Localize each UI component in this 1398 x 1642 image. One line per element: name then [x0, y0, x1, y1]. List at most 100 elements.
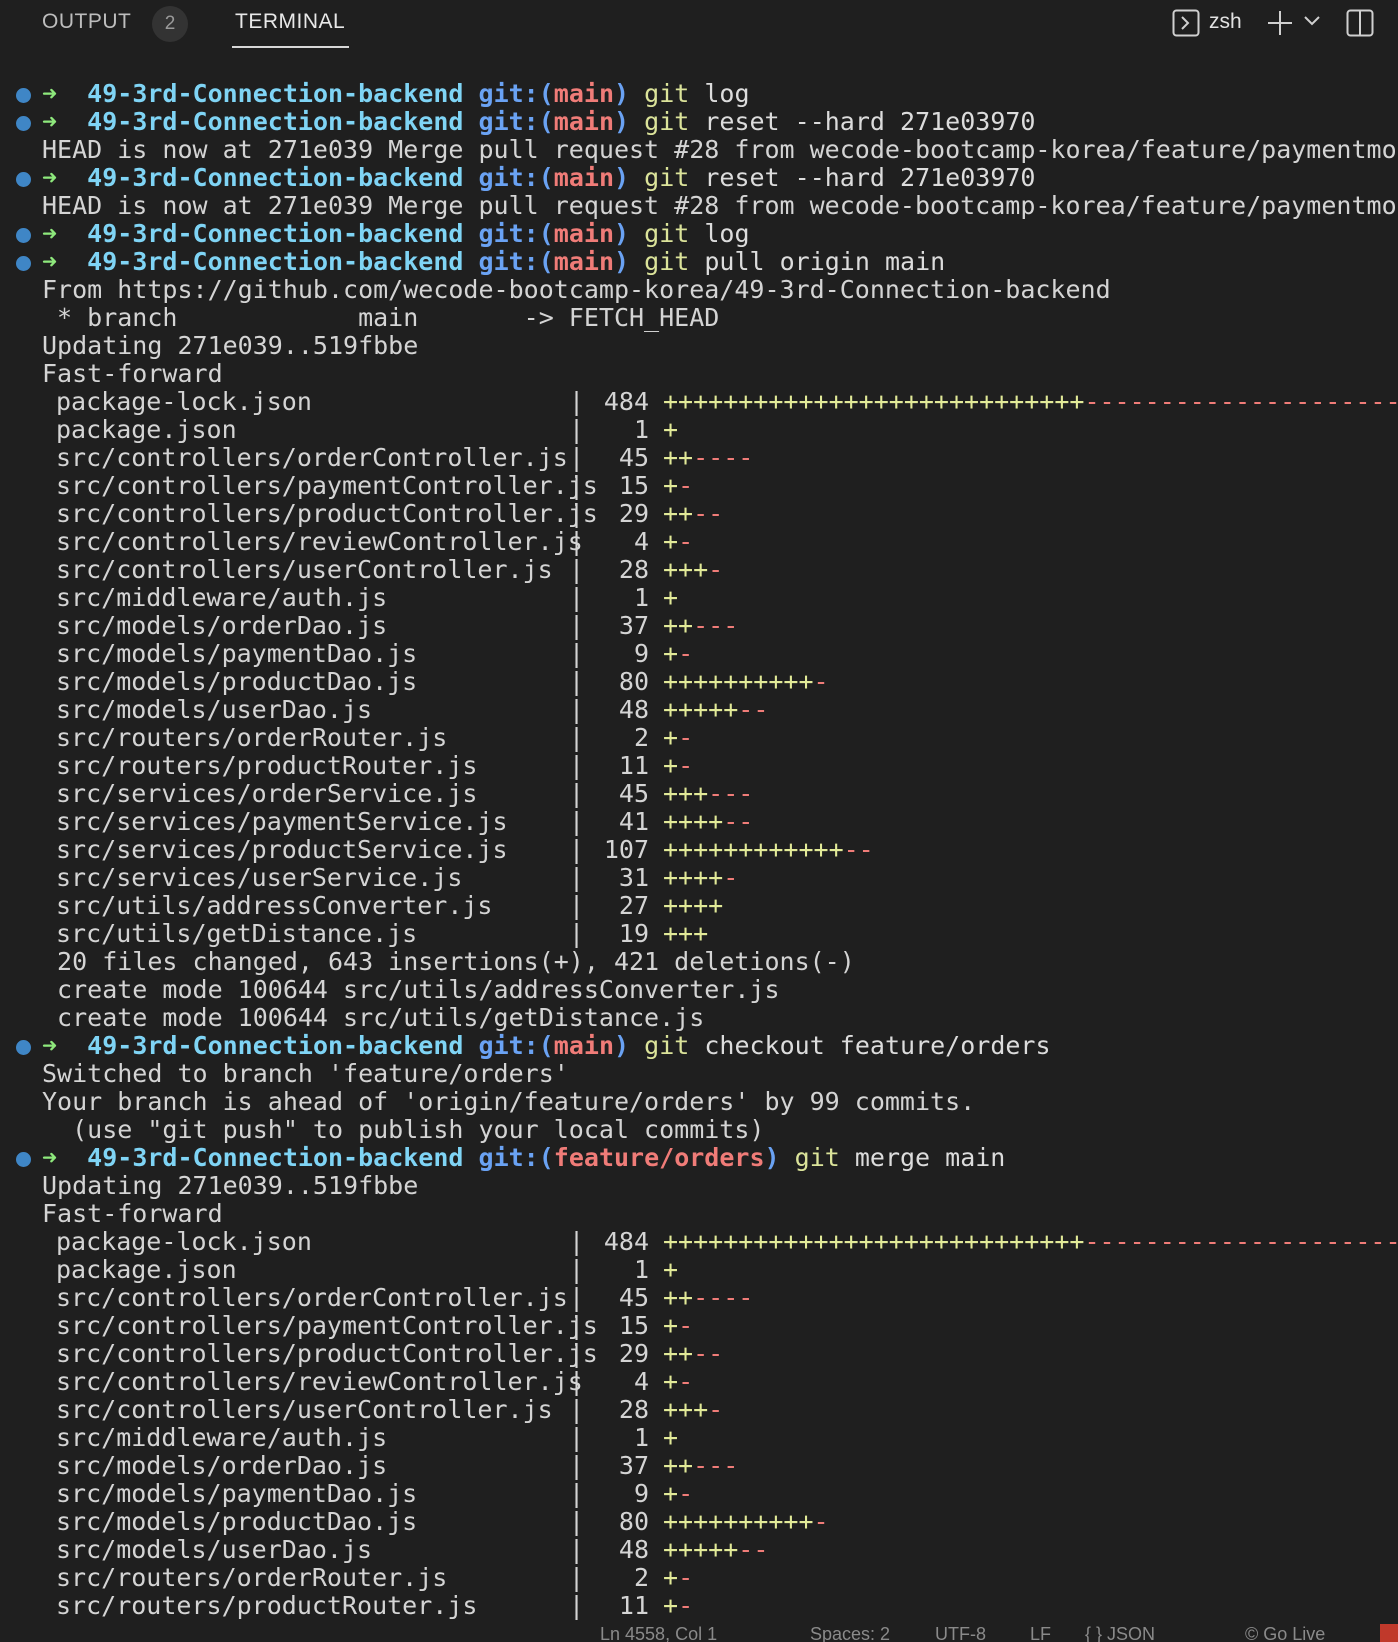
status-go-live[interactable]: © Go Live [1245, 1624, 1325, 1642]
diffstat-separator: | [569, 836, 585, 864]
command-status-dot[interactable] [16, 1152, 31, 1167]
command-args: reset --hard 271e03970 [689, 108, 1036, 136]
diffstat-deletions: - [678, 1564, 694, 1592]
output-text: create mode 100644 src/utils/getDistance… [42, 1004, 705, 1032]
diffstat-insertions: + [663, 1564, 679, 1592]
command-status-dot[interactable] [16, 116, 31, 131]
diffstat-file: src/routers/orderRouter.js [56, 1564, 448, 1592]
command-args: checkout feature/orders [689, 1032, 1051, 1060]
diffstat-row: package-lock.json | 484 +++++++++++++++++++… [0, 388, 1398, 416]
status-cursor-position[interactable]: Ln 4558, Col 1 [600, 1624, 717, 1642]
diffstat-count: 484 [603, 1228, 649, 1256]
prompt-line: ➜ 49-3rd-Connection-backend git:(feature… [0, 1144, 1398, 1172]
diffstat-row: src/models/userDao.js | 48 +++++-- [0, 1536, 1398, 1564]
diffstat-separator: | [569, 1340, 585, 1368]
diffstat-insertions: + [663, 1256, 679, 1284]
diffstat-file: src/services/orderService.js [56, 780, 478, 808]
diffstat-count: 1 [633, 1256, 649, 1284]
status-language[interactable]: { } JSON [1085, 1624, 1155, 1642]
output-line: create mode 100644 src/utils/addressConv… [0, 976, 1398, 1004]
diffstat-row: src/services/orderService.js | 45 +++--- [0, 780, 1398, 808]
diffstat-insertions: ++++++++++++++++++++++++++++ [663, 388, 1085, 416]
diffstat-count: 1 [633, 1424, 649, 1452]
prompt-line: ➜ 49-3rd-Connection-backend git:(main) g… [0, 220, 1398, 248]
terminal-icon[interactable] [1172, 9, 1200, 42]
diffstat-separator: | [569, 1284, 585, 1312]
diffstat-deletions: - [678, 472, 694, 500]
diffstat-file: src/controllers/userController.js [56, 556, 553, 584]
command-status-dot[interactable] [16, 256, 31, 271]
prompt-branch: main [553, 248, 615, 276]
output-line: From https://github.com/wecode-bootcamp-… [0, 276, 1398, 304]
diffstat-count: 15 [618, 1312, 649, 1340]
split-panel-icon[interactable] [1346, 9, 1374, 42]
diffstat-insertions: +++++ [663, 1536, 739, 1564]
diffstat-row: src/services/paymentService.js | 41 ++++-- [0, 808, 1398, 836]
status-indentation[interactable]: Spaces: 2 [810, 1624, 890, 1642]
diffstat-deletions: - [678, 1480, 694, 1508]
prompt-branch: main [553, 164, 615, 192]
diffstat-count: 27 [618, 892, 649, 920]
diffstat-count: 29 [618, 500, 649, 528]
command-status-dot[interactable] [16, 1040, 31, 1055]
prompt-line: ➜ 49-3rd-Connection-backend git:(main) g… [0, 164, 1398, 192]
output-text: From https://github.com/wecode-bootcamp-… [42, 276, 1111, 304]
diffstat-count: 31 [618, 864, 649, 892]
status-eol[interactable]: LF [1030, 1624, 1051, 1642]
prompt-git-close: ) [614, 248, 630, 276]
prompt-branch: main [553, 220, 615, 248]
diffstat-count: 41 [618, 808, 649, 836]
diffstat-row: src/middleware/auth.js | 1 + [0, 1424, 1398, 1452]
diffstat-row: src/models/userDao.js | 48 +++++-- [0, 696, 1398, 724]
prompt-git-label: git:( [478, 220, 554, 248]
diffstat-file: src/controllers/paymentController.js [56, 472, 598, 500]
output-text: Updating 271e039..519fbbe [42, 1172, 419, 1200]
diffstat-row: src/controllers/reviewController.js| 4 +- [0, 1368, 1398, 1396]
diffstat-separator: | [569, 1256, 585, 1284]
diffstat-file: src/models/productDao.js [56, 668, 418, 696]
diffstat-file: src/controllers/paymentController.js [56, 1312, 598, 1340]
prompt-git-label: git:( [478, 108, 554, 136]
output-line: HEAD is now at 271e039 Merge pull reques… [0, 136, 1398, 164]
diffstat-file: src/controllers/reviewController.js [56, 1368, 583, 1396]
diffstat-insertions: ++ [663, 1452, 694, 1480]
output-text: create mode 100644 src/utils/addressConv… [42, 976, 780, 1004]
diffstat-row: package-lock.json | 484 +++++++++++++++++++… [0, 1228, 1398, 1256]
terminal-shell-label[interactable]: zsh [1209, 10, 1242, 34]
diffstat-file: src/routers/productRouter.js [56, 1592, 478, 1620]
diffstat-separator: | [569, 752, 585, 780]
diffstat-row: src/services/productService.js | 107 ++++++… [0, 836, 1398, 864]
diffstat-row: src/controllers/userController.js | 28 +++- [0, 1396, 1398, 1424]
diffstat-separator: | [569, 1368, 585, 1396]
diffstat-count: 2 [633, 1564, 649, 1592]
diffstat-count: 15 [618, 472, 649, 500]
chevron-down-icon[interactable] [1303, 14, 1321, 33]
status-encoding[interactable]: UTF-8 [935, 1624, 986, 1642]
diffstat-count: 484 [603, 388, 649, 416]
command-status-dot[interactable] [16, 88, 31, 103]
command-status-dot[interactable] [16, 172, 31, 187]
diffstat-deletions: -- [693, 500, 724, 528]
prompt-git-label: git:( [478, 248, 554, 276]
diffstat-file: package-lock.json [56, 1228, 312, 1256]
prompt-line: ➜ 49-3rd-Connection-backend git:(main) g… [0, 1032, 1398, 1060]
diffstat-separator: | [569, 1564, 585, 1592]
diffstat-file: src/controllers/productController.js [56, 1340, 598, 1368]
diffstat-count: 11 [618, 1592, 649, 1620]
status-accent [1380, 1624, 1398, 1642]
command-status-dot[interactable] [16, 228, 31, 243]
command-args: merge main [839, 1144, 1006, 1172]
output-line: Fast-forward [0, 360, 1398, 388]
tab-output[interactable]: OUTPUT [42, 10, 131, 34]
diffstat-insertions: + [663, 1592, 679, 1620]
diffstat-deletions: --- [693, 612, 739, 640]
diffstat-count: 37 [618, 1452, 649, 1480]
terminal-output[interactable]: ➜ 49-3rd-Connection-backend git:(main) g… [0, 80, 1398, 1620]
diffstat-count: 48 [618, 696, 649, 724]
prompt-arrow: ➜ [42, 1144, 58, 1172]
diffstat-count: 9 [633, 1480, 649, 1508]
diffstat-insertions: + [663, 640, 679, 668]
plus-icon[interactable] [1266, 9, 1294, 42]
tab-terminal[interactable]: TERMINAL [235, 10, 345, 34]
output-text: HEAD is now at 271e039 Merge pull reques… [42, 136, 1398, 164]
